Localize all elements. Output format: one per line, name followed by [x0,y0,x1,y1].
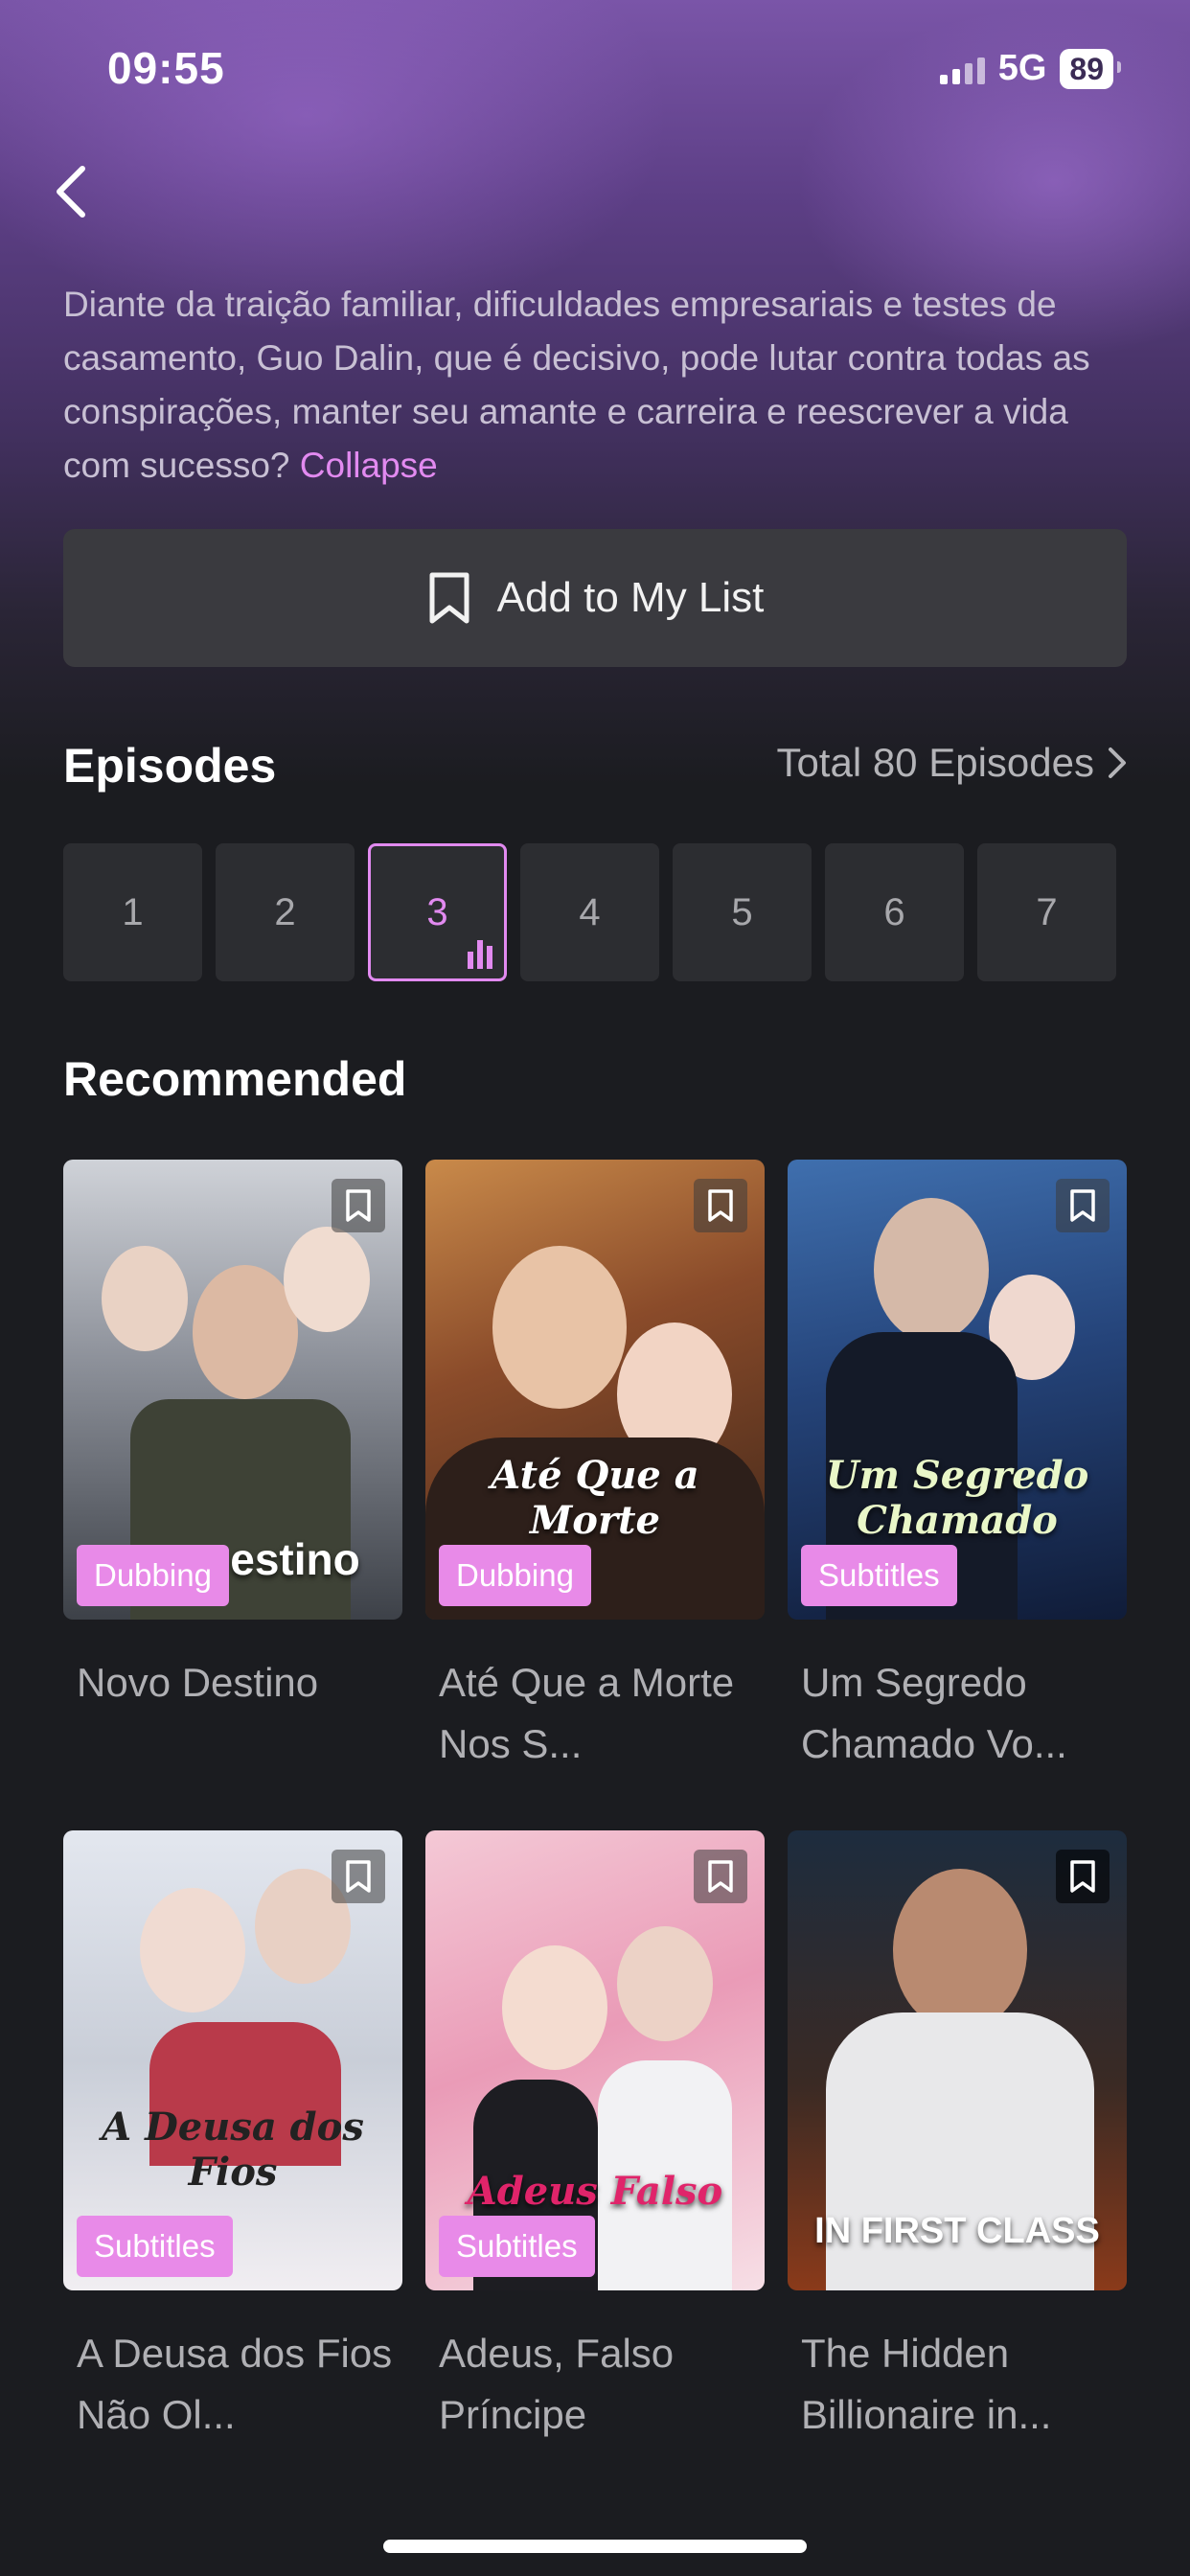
dubbing-badge: Dubbing [439,1545,591,1606]
card-title: A Deusa dos Fios Não Ol... [77,2331,393,2437]
subtitles-badge: Subtitles [77,2216,233,2277]
episode-button[interactable]: 2 [216,843,355,981]
add-to-list-label: Add to My List [496,574,765,621]
bookmark-icon [429,572,469,624]
drama-detail-screen: 09:55 5G 89 Diante da traição familiar, … [0,0,1190,2576]
episode-button[interactable]: 6 [825,843,964,981]
card-title: Novo Destino [77,1660,319,1705]
collapse-link[interactable]: Collapse [300,446,438,485]
chevron-right-icon [1109,748,1126,778]
poster-image: Um Segredo Chamado Subtitles [788,1160,1127,1620]
bookmark-button[interactable] [332,1850,385,1903]
recommended-card[interactable]: A Deusa dos Fios Subtitles A Deusa dos F… [63,1830,402,2446]
total-episodes-label: Total 80 Episodes [776,740,1094,785]
poster-title: IN FIRST CLASS [814,2211,1100,2251]
bookmark-icon [708,1189,733,1222]
bookmark-button[interactable] [694,1850,747,1903]
recommended-card[interactable]: estino Dubbing Novo Destino [63,1160,402,1714]
poster-title: Um Segredo Chamado [825,1453,1089,1543]
bookmark-icon [1070,1860,1095,1893]
bookmark-button[interactable] [1056,1179,1110,1232]
poster-title: Adeus Falso [467,2169,723,2214]
add-to-list-button[interactable]: Add to My List [63,529,1127,667]
total-episodes-link[interactable]: Total 80 Episodes [776,740,1129,786]
subtitles-badge: Subtitles [801,1545,957,1606]
episode-button[interactable]: 5 [673,843,812,981]
poster-title: Até Que a Morte [491,1453,699,1543]
network-type: 5G [997,48,1047,88]
recommended-heading: Recommended [63,1052,407,1106]
poster-image: A Deusa dos Fios Subtitles [63,1830,402,2290]
synopsis-text: Diante da traição familiar, dificuldades… [63,285,1090,485]
back-button[interactable] [42,153,103,230]
bookmark-button[interactable] [1056,1850,1110,1903]
signal-icon [939,54,985,84]
recommended-card[interactable]: Até Que a Morte Dubbing Até Que a Morte … [425,1160,765,1775]
bookmark-icon [346,1189,371,1222]
playing-bars-icon [468,940,492,969]
recommended-card[interactable]: Adeus Falso Subtitles Adeus, Falso Prínc… [425,1830,765,2446]
chevron-left-icon [57,166,85,218]
subtitles-badge: Subtitles [439,2216,595,2277]
synopsis: Diante da traição familiar, dificuldades… [63,278,1127,493]
poster-image: IN FIRST CLASS [788,1830,1127,2290]
bookmark-button[interactable] [694,1179,747,1232]
card-title: The Hidden Billionaire in... [801,2331,1052,2437]
card-title: Um Segredo Chamado Vo... [801,1660,1067,1766]
recommended-card[interactable]: IN FIRST CLASS The Hidden Billionaire in… [788,1830,1127,2446]
episode-button[interactable]: 4 [520,843,659,981]
card-title: Até Que a Morte Nos S... [439,1660,735,1766]
bookmark-icon [708,1860,733,1893]
episode-list: 1 2 3 4 5 6 7 [63,843,1116,981]
bookmark-icon [1070,1189,1095,1222]
bookmark-icon [346,1860,371,1893]
status-indicators: 5G 89 [939,48,1121,89]
status-time: 09:55 [107,43,225,93]
bookmark-button[interactable] [332,1179,385,1232]
episode-button[interactable]: 7 [977,843,1116,981]
poster-image: estino Dubbing [63,1160,402,1620]
recommended-card[interactable]: Um Segredo Chamado Subtitles Um Segredo … [788,1160,1127,1775]
poster-image: Até Que a Morte Dubbing [425,1160,765,1620]
dubbing-badge: Dubbing [77,1545,229,1606]
poster-image: Adeus Falso Subtitles [425,1830,765,2290]
episodes-heading: Episodes [63,739,277,793]
card-title: Adeus, Falso Príncipe [439,2331,675,2437]
episode-button[interactable]: 1 [63,843,202,981]
home-indicator[interactable] [383,2540,807,2553]
episode-button-active[interactable]: 3 [368,843,507,981]
battery-icon: 89 [1060,48,1121,89]
poster-title: A Deusa dos Fios [102,2104,364,2195]
